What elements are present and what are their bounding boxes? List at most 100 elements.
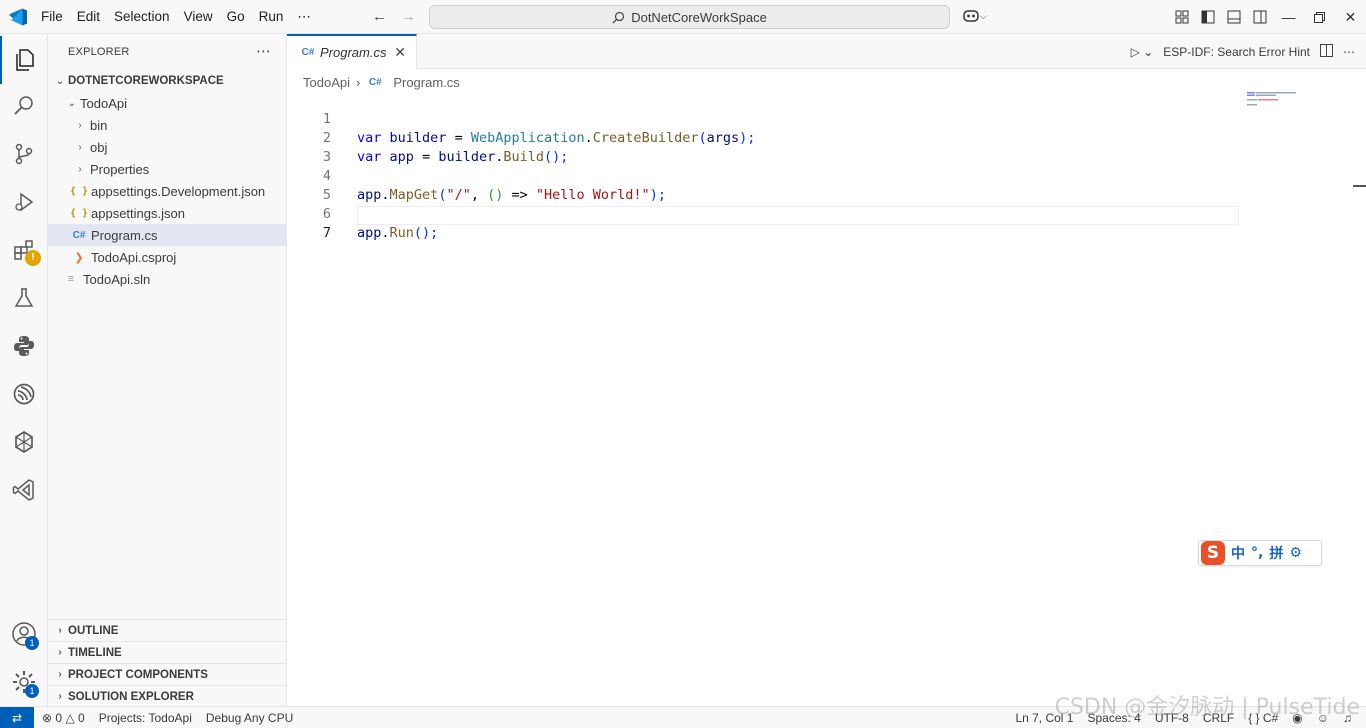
menu-selection[interactable]: Selection <box>107 0 177 34</box>
tree-file-appsettings-development[interactable]: { } appsettings.Development.json <box>48 180 286 202</box>
toggle-secondary-sidebar-icon[interactable] <box>1247 0 1273 34</box>
accounts-icon[interactable]: 1 <box>0 610 48 658</box>
chevron-down-icon: ⌄ <box>67 97 77 109</box>
error-icon: ⊗ <box>42 711 53 725</box>
project-components-icon[interactable] <box>0 418 48 466</box>
ime-toolbar[interactable]: S 中 °, 拼 ⚙ <box>1198 540 1322 566</box>
tree-file-program-cs[interactable]: C# Program.cs <box>48 224 286 246</box>
menu-go[interactable]: Go <box>220 0 252 34</box>
explorer-sidebar: EXPLORER ⋯ ⌄ DOTNETCOREWORKSPACE ⌄ TodoA… <box>48 34 287 706</box>
projects-status[interactable]: Projects: TodoApi <box>99 711 192 725</box>
tree-label: appsettings.Development.json <box>91 183 266 199</box>
title-controls: — ✕ <box>1169 0 1366 34</box>
section-solution-explorer[interactable]: › SOLUTION EXPLORER <box>48 685 287 707</box>
back-arrow-icon[interactable]: ← <box>372 8 387 25</box>
command-center[interactable]: DotNetCoreWorkSpace <box>429 5 950 29</box>
extensions-icon[interactable]: ! <box>0 226 48 274</box>
chevron-right-icon: › <box>58 669 62 680</box>
source-control-icon[interactable] <box>0 130 48 178</box>
error-count: 0 <box>55 711 63 725</box>
split-editor-icon[interactable] <box>1320 43 1333 60</box>
chevron-right-icon: › <box>78 119 82 131</box>
tree-folder-todoapi[interactable]: ⌄ TodoApi <box>48 92 286 114</box>
restore-icon[interactable] <box>1304 0 1335 34</box>
forward-arrow-icon[interactable]: → <box>401 8 416 25</box>
menu-view[interactable]: View <box>177 0 220 34</box>
chevron-right-icon: › <box>78 141 82 153</box>
code-line: 1 var builder = WebApplication.CreateBui… <box>287 91 1247 146</box>
tree-label: Properties <box>90 161 150 177</box>
esp-idf-hint-button[interactable]: ESP-IDF: Search Error Hint <box>1163 45 1310 59</box>
tree-file-appsettings[interactable]: { } appsettings.json <box>48 202 286 224</box>
solution-file-icon: ≡ <box>67 273 75 285</box>
visual-studio-icon[interactable] <box>0 466 48 514</box>
code-editor[interactable]: 1 var builder = WebApplication.CreateBui… <box>287 91 1366 706</box>
code-line: 5 <box>287 167 1247 203</box>
code-line: 7 <box>287 205 1247 241</box>
breadcrumb-folder[interactable]: TodoApi <box>303 75 350 90</box>
copilot-icon[interactable]: ⌵ <box>962 8 987 25</box>
run-debug-icon[interactable] <box>0 178 48 226</box>
layout-customize-icon[interactable] <box>1169 0 1195 34</box>
ime-mode[interactable]: 拼 <box>1269 543 1283 563</box>
close-tab-icon[interactable]: ✕ <box>394 44 406 61</box>
remote-indicator-icon[interactable]: ⇄ <box>0 707 34 728</box>
section-label: PROJECT COMPONENTS <box>68 668 208 681</box>
section-timeline[interactable]: › TIMELINE <box>48 641 287 663</box>
ime-punctuation[interactable]: °, <box>1251 545 1263 561</box>
tree-folder-properties[interactable]: › Properties <box>48 158 286 180</box>
code-line: 3 <box>287 129 1247 165</box>
tab-label: Program.cs <box>320 45 387 60</box>
csharp-file-icon: C# <box>72 229 86 241</box>
minimap[interactable] <box>1247 91 1317 111</box>
chevron-right-icon: › <box>58 647 62 658</box>
tree-label: TodoApi.sln <box>83 271 151 287</box>
manage-gear-icon[interactable]: 1 <box>0 658 48 706</box>
section-project-components[interactable]: › PROJECT COMPONENTS <box>48 663 287 685</box>
ime-settings-gear-icon[interactable]: ⚙ <box>1289 545 1302 561</box>
tree-folder-obj[interactable]: › obj <box>48 136 286 158</box>
code-token: (); <box>413 225 439 241</box>
minimize-icon[interactable]: — <box>1273 0 1304 34</box>
tab-program-cs[interactable]: C# Program.cs ✕ <box>287 34 417 69</box>
search-view-icon[interactable] <box>0 82 48 130</box>
tree-label: Program.cs <box>91 227 158 243</box>
explorer-icon[interactable] <box>0 36 48 84</box>
section-label: SOLUTION EXPLORER <box>68 690 194 703</box>
tree-file-csproj[interactable]: ❯ TodoApi.csproj <box>48 246 286 268</box>
testing-flask-icon[interactable] <box>0 274 48 322</box>
json-file-icon: { } <box>69 185 89 197</box>
more-actions-icon[interactable]: ⋯ <box>256 42 272 60</box>
code-token: Run <box>389 225 414 241</box>
toggle-primary-sidebar-icon[interactable] <box>1195 0 1221 34</box>
esp-idf-icon[interactable] <box>0 370 48 418</box>
workspace-root[interactable]: ⌄ DOTNETCOREWORKSPACE <box>48 70 286 92</box>
menu-more[interactable]: ⋯ <box>290 0 318 34</box>
menu-run[interactable]: Run <box>252 0 291 34</box>
code-token: . <box>381 225 390 241</box>
tree-label: bin <box>90 117 108 133</box>
tree-folder-bin[interactable]: › bin <box>48 114 286 136</box>
ime-language[interactable]: 中 <box>1231 543 1245 563</box>
section-outline[interactable]: › OUTLINE <box>48 619 287 641</box>
json-file-icon: { } <box>69 207 89 219</box>
menu-edit[interactable]: Edit <box>70 0 107 34</box>
build-config-status[interactable]: Debug Any CPU <box>206 711 293 725</box>
manage-badge: 1 <box>25 684 39 698</box>
explorer-title: EXPLORER <box>68 46 130 58</box>
more-actions-icon[interactable]: ⋯ <box>1343 45 1356 59</box>
menu-file[interactable]: File <box>34 0 70 34</box>
tree-label: obj <box>90 139 108 155</box>
toggle-panel-icon[interactable] <box>1221 0 1247 34</box>
breadcrumb-file[interactable]: Program.cs <box>393 75 459 90</box>
csharp-file-icon: C# <box>368 76 382 88</box>
close-window-icon[interactable]: ✕ <box>1335 0 1366 34</box>
problems-indicator[interactable]: ⊗ 0 △ 0 <box>42 711 85 725</box>
chevron-right-icon: › <box>58 625 62 636</box>
menu-bar: File Edit Selection View Go Run ⋯ <box>34 0 318 34</box>
python-icon[interactable] <box>0 322 48 370</box>
title-bar: File Edit Selection View Go Run ⋯ ← → Do… <box>0 0 1366 34</box>
tree-file-sln[interactable]: ≡ TodoApi.sln <box>48 268 286 290</box>
run-play-icon[interactable]: ▷ ⌄ <box>1131 45 1154 59</box>
breadcrumb: TodoApi › C# Program.cs <box>303 71 460 93</box>
